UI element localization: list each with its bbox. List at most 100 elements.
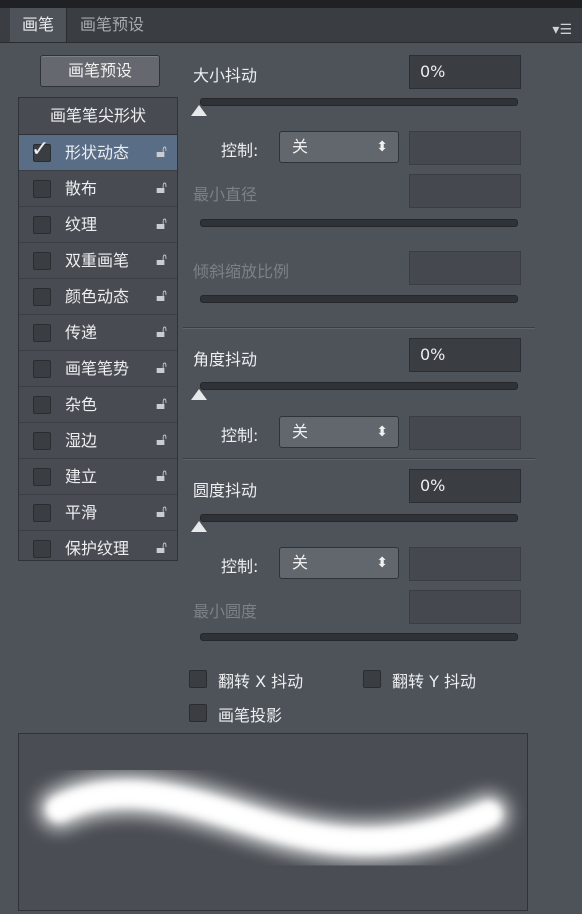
brush-projection-checkbox[interactable] — [189, 704, 207, 722]
tilt-scale-field — [409, 251, 521, 285]
flip-x-jitter-checkbox[interactable] — [189, 670, 207, 688]
checkbox[interactable] — [33, 180, 51, 198]
brush-stroke-preview — [18, 733, 528, 911]
brush-panel: 画笔 画笔预设 ▾☰ 画笔预设 画笔笔尖形状 ✓ 形状动态 🔓︎ 散布 🔓︎ 纹… — [0, 0, 582, 914]
angle-jitter-field[interactable]: 0% — [409, 338, 521, 372]
checkbox[interactable] — [33, 504, 51, 522]
list-item-shape-dynamics[interactable]: ✓ 形状动态 🔓︎ — [19, 135, 177, 171]
lock-icon[interactable]: 🔓︎ — [156, 142, 167, 162]
list-item-label: 颜色动态 — [65, 287, 130, 306]
roundness-control-label: 控制: — [221, 557, 259, 576]
angle-control-select[interactable]: 关 ⬍ — [279, 416, 399, 448]
angle-jitter-label: 角度抖动 — [193, 350, 258, 369]
size-control-field — [409, 131, 521, 165]
roundness-control-field — [409, 547, 521, 581]
angle-control-field — [409, 416, 521, 450]
list-item-protect-texture[interactable]: 保护纹理 🔓︎ — [19, 531, 177, 566]
section-divider — [183, 327, 535, 329]
flip-x-jitter-label: 翻转 X 抖动 — [218, 672, 304, 691]
checkbox[interactable] — [33, 252, 51, 270]
brush-stroke-graphic — [39, 774, 509, 862]
lock-icon[interactable]: 🔓︎ — [156, 502, 167, 522]
list-item-label: 平滑 — [65, 503, 98, 522]
list-item-wet-edges[interactable]: 湿边 🔓︎ — [19, 423, 177, 459]
min-diameter-label: 最小直径 — [193, 185, 258, 204]
lock-icon[interactable]: 🔓︎ — [156, 466, 167, 486]
panel-menu-icon[interactable]: ▾☰ — [552, 22, 572, 38]
roundness-control-select[interactable]: 关 ⬍ — [279, 547, 399, 579]
list-item-label: 传递 — [65, 323, 98, 342]
roundness-control-value: 关 — [292, 553, 309, 572]
min-roundness-label: 最小圆度 — [193, 602, 258, 621]
flip-y-jitter-label: 翻转 Y 抖动 — [392, 672, 476, 691]
list-item-smoothing[interactable]: 平滑 🔓︎ — [19, 495, 177, 531]
lock-icon[interactable]: 🔓︎ — [156, 358, 167, 378]
roundness-jitter-slider-handle[interactable] — [191, 521, 207, 532]
lock-icon[interactable]: 🔓︎ — [156, 430, 167, 450]
list-item-label: 形状动态 — [65, 143, 130, 162]
brush-presets-button[interactable]: 画笔预设 — [40, 55, 160, 87]
checkbox[interactable] — [33, 288, 51, 306]
checkbox[interactable] — [33, 540, 51, 558]
roundness-jitter-slider[interactable] — [200, 514, 518, 522]
list-item-texture[interactable]: 纹理 🔓︎ — [19, 207, 177, 243]
angle-jitter-value: 0% — [420, 345, 446, 364]
roundness-jitter-value: 0% — [420, 476, 446, 495]
list-item-transfer[interactable]: 传递 🔓︎ — [19, 315, 177, 351]
flip-y-jitter-checkbox[interactable] — [363, 670, 381, 688]
list-item-brush-pose[interactable]: 画笔笔势 🔓︎ — [19, 351, 177, 387]
roundness-jitter-field[interactable]: 0% — [409, 469, 521, 503]
checkbox[interactable] — [33, 468, 51, 486]
size-control-label: 控制: — [221, 141, 259, 160]
brush-tip-shape-item[interactable]: 画笔笔尖形状 — [19, 98, 177, 135]
brush-settings-list: 画笔笔尖形状 ✓ 形状动态 🔓︎ 散布 🔓︎ 纹理 🔓︎ 双重画笔 🔓︎ 颜色动… — [18, 97, 178, 561]
lock-icon[interactable]: 🔓︎ — [156, 286, 167, 306]
list-item-noise[interactable]: 杂色 🔓︎ — [19, 387, 177, 423]
min-diameter-slider — [200, 219, 518, 227]
list-item-label: 保护纹理 — [65, 539, 130, 558]
list-item-color-dynamics[interactable]: 颜色动态 🔓︎ — [19, 279, 177, 315]
list-item-dual-brush[interactable]: 双重画笔 🔓︎ — [19, 243, 177, 279]
list-item-label: 画笔笔势 — [65, 359, 130, 378]
section-divider — [183, 458, 535, 460]
angle-control-label: 控制: — [221, 426, 259, 445]
list-item-label: 纹理 — [65, 215, 98, 234]
lock-icon[interactable]: 🔓︎ — [156, 250, 167, 270]
angle-jitter-slider-handle[interactable] — [191, 389, 207, 400]
updown-arrows-icon: ⬍ — [376, 555, 388, 571]
tilt-scale-label: 倾斜缩放比例 — [193, 262, 290, 281]
list-item-scattering[interactable]: 散布 🔓︎ — [19, 171, 177, 207]
tab-brush-presets[interactable]: 画笔预设 — [80, 8, 166, 42]
size-jitter-label: 大小抖动 — [193, 66, 258, 85]
min-roundness-field — [409, 590, 521, 624]
size-jitter-field[interactable]: 0% — [409, 55, 521, 89]
lock-icon[interactable]: 🔓︎ — [156, 394, 167, 414]
list-item-label: 湿边 — [65, 431, 98, 450]
size-jitter-value: 0% — [420, 62, 446, 81]
updown-arrows-icon: ⬍ — [376, 424, 388, 440]
size-control-select[interactable]: 关 ⬍ — [279, 131, 399, 163]
size-jitter-slider[interactable] — [200, 98, 518, 106]
checkbox[interactable] — [33, 360, 51, 378]
checkbox[interactable] — [33, 432, 51, 450]
panel-title-strip — [0, 0, 582, 8]
min-roundness-slider — [200, 633, 518, 641]
angle-control-value: 关 — [292, 422, 309, 441]
roundness-jitter-label: 圆度抖动 — [193, 481, 258, 500]
size-jitter-slider-handle[interactable] — [191, 105, 207, 116]
checkbox[interactable] — [33, 216, 51, 234]
list-item-label: 散布 — [65, 179, 98, 198]
tab-brush[interactable]: 画笔 — [10, 8, 67, 42]
size-control-value: 关 — [292, 137, 309, 156]
list-item-build-up[interactable]: 建立 🔓︎ — [19, 459, 177, 495]
checkbox[interactable] — [33, 396, 51, 414]
checkbox[interactable] — [33, 324, 51, 342]
lock-icon[interactable]: 🔓︎ — [156, 322, 167, 342]
min-diameter-field — [409, 174, 521, 208]
lock-icon[interactable]: 🔓︎ — [156, 538, 167, 558]
list-item-label: 杂色 — [65, 395, 98, 414]
lock-icon[interactable]: 🔓︎ — [156, 178, 167, 198]
brush-projection-label: 画笔投影 — [218, 706, 283, 725]
angle-jitter-slider[interactable] — [200, 382, 518, 390]
lock-icon[interactable]: 🔓︎ — [156, 214, 167, 234]
